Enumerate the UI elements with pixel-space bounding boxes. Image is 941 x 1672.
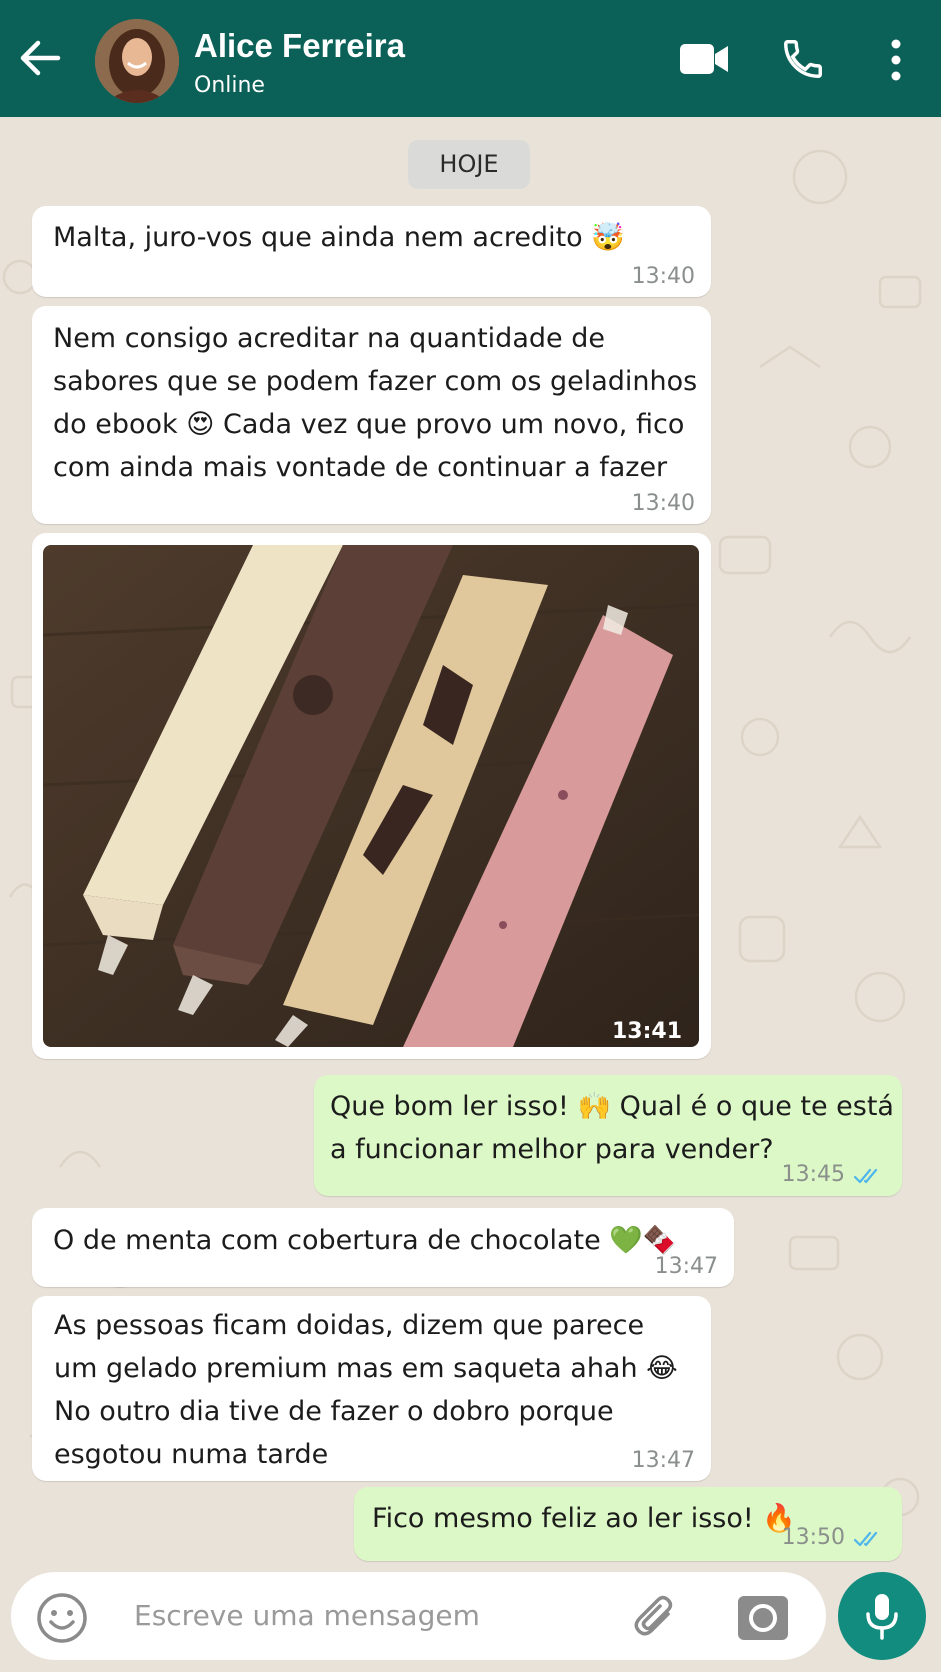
message-line: Que bom ler isso! 🙌 Qual é o que te está bbox=[330, 1091, 894, 1122]
geladinhos-photo[interactable] bbox=[43, 545, 699, 1047]
message-time: 13:47 bbox=[631, 1448, 695, 1473]
emoji-icon[interactable] bbox=[36, 1592, 88, 1644]
camera-icon[interactable] bbox=[736, 1592, 790, 1644]
contact-status: Online bbox=[194, 73, 265, 98]
message-line: do ebook 😍 Cada vez que provo um novo, f… bbox=[53, 409, 685, 440]
message-line: No outro dia tive de fazer o dobro porqu… bbox=[54, 1396, 614, 1427]
mic-button[interactable] bbox=[838, 1572, 926, 1660]
image-message-bubble[interactable]: 13:41 bbox=[32, 533, 711, 1059]
message-input[interactable]: Escreve uma mensagem bbox=[134, 1596, 480, 1636]
message-bubble-outgoing[interactable]: Fico mesmo feliz ao ler isso! 🔥 13:50 bbox=[354, 1487, 902, 1561]
more-options-icon[interactable] bbox=[886, 38, 906, 82]
message-line: sabores que se podem fazer com os geladi… bbox=[53, 366, 698, 397]
message-bubble-incoming[interactable]: As pessoas ficam doidas, dizem que parec… bbox=[32, 1296, 711, 1481]
message-time: 13:47 bbox=[654, 1254, 718, 1279]
contact-name[interactable]: Alice Ferreira bbox=[194, 26, 405, 66]
message-line: com ainda mais vontade de continuar a fa… bbox=[53, 452, 668, 483]
message-time: 13:40 bbox=[631, 264, 695, 289]
message-bubble-outgoing[interactable]: Que bom ler isso! 🙌 Qual é o que te está… bbox=[314, 1075, 902, 1196]
message-time: 13:40 bbox=[631, 491, 695, 516]
phone-icon[interactable] bbox=[780, 36, 826, 82]
date-divider: HOJE bbox=[408, 140, 530, 189]
message-bubble-incoming[interactable]: O de menta com cobertura de chocolate 💚🍫… bbox=[32, 1208, 734, 1287]
message-line: As pessoas ficam doidas, dizem que parec… bbox=[54, 1310, 645, 1341]
message-line: esgotou numa tarde bbox=[54, 1439, 329, 1470]
message-line: um gelado premium mas em saqueta ahah 😂 bbox=[54, 1353, 678, 1384]
read-receipt-icon bbox=[854, 1531, 878, 1547]
message-time: 13:45 bbox=[781, 1162, 845, 1187]
avatar[interactable] bbox=[95, 19, 179, 103]
back-arrow-icon[interactable] bbox=[14, 32, 66, 84]
video-call-icon[interactable] bbox=[678, 41, 730, 77]
message-bubble-incoming[interactable]: Nem consigo acreditar na quantidade de s… bbox=[32, 306, 711, 524]
image-time: 13:41 bbox=[612, 1019, 683, 1044]
message-text: O de menta com cobertura de chocolate 💚🍫 bbox=[53, 1225, 677, 1256]
read-receipt-icon bbox=[854, 1168, 878, 1184]
attach-icon[interactable] bbox=[630, 1592, 682, 1644]
mic-icon bbox=[866, 1594, 898, 1640]
message-line: Nem consigo acreditar na quantidade de bbox=[53, 323, 605, 354]
message-text: Fico mesmo feliz ao ler isso! 🔥 bbox=[372, 1503, 796, 1534]
message-line: a funcionar melhor para vender? bbox=[330, 1134, 774, 1165]
message-bubble-incoming[interactable]: Malta, juro-vos que ainda nem acredito 🤯… bbox=[32, 206, 711, 297]
message-text: Malta, juro-vos que ainda nem acredito 🤯 bbox=[53, 222, 625, 253]
chat-header: Alice Ferreira Online bbox=[0, 0, 941, 117]
message-time: 13:50 bbox=[781, 1525, 845, 1550]
